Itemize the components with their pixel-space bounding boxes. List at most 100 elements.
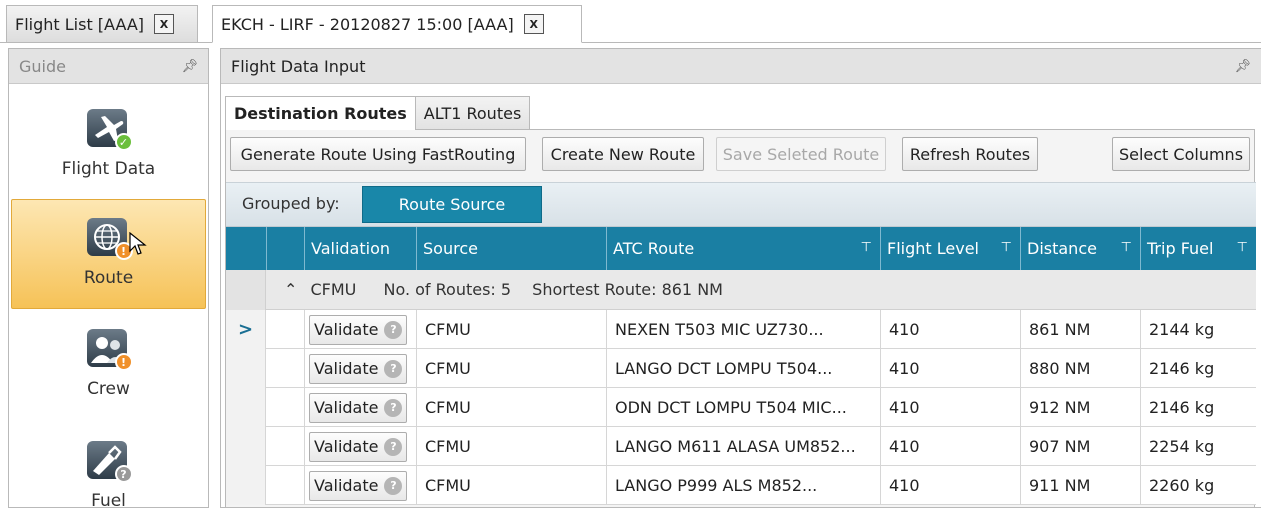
validate-label: Validate (314, 437, 379, 456)
current-row-indicator-icon: > (226, 310, 266, 349)
guide-panel: Guide 📌︎ ✓ Flight Data ! Route ! Crew ? … (8, 48, 209, 508)
check-badge-icon: ✓ (114, 133, 133, 151)
validate-button[interactable]: Validate? (309, 392, 408, 423)
flight-level-cell: 410 (880, 427, 1020, 466)
row-indicator (226, 466, 266, 505)
table-row[interactable]: Validate? CFMU ODN DCT LOMPU T504 MIC...… (226, 388, 1256, 427)
guide-title: Guide (19, 56, 66, 76)
table-row[interactable]: Validate? CFMU LANGO P999 ALS M852... 41… (226, 466, 1256, 505)
tab-flight-list[interactable]: Flight List [AAA] X (6, 5, 198, 43)
filter-icon[interactable]: ⊤ (1001, 240, 1012, 255)
tab-destination-routes[interactable]: Destination Routes (225, 96, 416, 130)
trip-fuel-cell: 2260 kg (1140, 466, 1256, 505)
group-row-cfmu[interactable]: ⌃ CFMU No. of Routes: 5 Shortest Route: … (226, 269, 1256, 310)
group-route-count: No. of Routes: 5 (383, 280, 512, 299)
save-selected-route-button[interactable]: Save Seleted Route (716, 137, 886, 171)
guide-item-label: Route (83, 268, 134, 288)
group-chip-route-source[interactable]: Route Source (362, 186, 542, 223)
source-cell: CFMU (416, 466, 606, 505)
atc-route-cell: LANGO M611 ALASA UM852... (606, 427, 880, 466)
collapse-chevron-icon[interactable]: ⌃ (284, 280, 297, 299)
unknown-badge-icon: ? (114, 465, 133, 483)
route-tabs: Destination Routes ALT1 Routes (225, 96, 531, 130)
validate-label: Validate (314, 398, 379, 417)
warning-badge-icon: ! (114, 353, 133, 371)
help-icon: ? (384, 320, 403, 339)
panel-header: Flight Data Input 📌︎ (221, 49, 1261, 84)
column-label: Distance (1027, 239, 1097, 258)
column-header-atc-route[interactable]: ATC Route ⊤ (606, 227, 880, 270)
grouped-by-label: Grouped by: (242, 194, 340, 213)
source-cell: CFMU (416, 388, 606, 427)
generate-route-button[interactable]: Generate Route Using FastRouting (230, 137, 526, 171)
help-icon: ? (384, 359, 403, 378)
row-indicator (226, 349, 266, 388)
validate-button[interactable]: Validate? (309, 314, 408, 345)
column-header-validation[interactable]: Validation (304, 227, 416, 270)
refresh-routes-button[interactable]: Refresh Routes (902, 137, 1038, 171)
atc-route-cell: LANGO DCT LOMPU T504... (606, 349, 880, 388)
help-icon: ? (384, 476, 403, 495)
validate-label: Validate (314, 476, 379, 495)
distance-cell: 880 NM (1020, 349, 1140, 388)
filter-icon[interactable]: ⊤ (1237, 240, 1248, 255)
table-row[interactable]: Validate? CFMU LANGO M611 ALASA UM852...… (226, 427, 1256, 466)
tab-flight-ekch-lirf[interactable]: EKCH - LIRF - 20120827 15:00 [AAA] X (212, 5, 582, 43)
guide-item-crew[interactable]: ! Crew (11, 311, 206, 421)
validation-cell: Validate? (304, 388, 416, 427)
tab-label: EKCH - LIRF - 20120827 15:00 [AAA] (221, 14, 514, 34)
guide-item-route[interactable]: ! Route (11, 199, 206, 309)
group-name: CFMU (310, 280, 357, 299)
validate-button[interactable]: Validate? (309, 353, 408, 384)
table-row[interactable]: Validate? CFMU LANGO DCT LOMPU T504... 4… (226, 349, 1256, 388)
guide-item-label: Flight Data (61, 159, 156, 179)
distance-cell: 912 NM (1020, 388, 1140, 427)
filter-icon[interactable]: ⊤ (1121, 240, 1132, 255)
select-columns-button[interactable]: Select Columns (1112, 137, 1250, 171)
guide-item-flight-data[interactable]: ✓ Flight Data (11, 91, 206, 201)
close-tab-button[interactable]: X (523, 14, 544, 34)
table-row[interactable]: > Validate? CFMU NEXEN T503 MIC UZ730...… (226, 310, 1256, 349)
source-cell: CFMU (416, 349, 606, 388)
group-summary: ⌃ CFMU No. of Routes: 5 Shortest Route: … (284, 280, 731, 299)
column-header-flight-level[interactable]: Flight Level ⊤ (880, 227, 1020, 270)
header-spacer (266, 227, 304, 270)
atc-route-cell: LANGO P999 ALS M852... (606, 466, 880, 505)
column-header-source[interactable]: Source (416, 227, 606, 270)
tab-label: Flight List [AAA] (15, 14, 145, 34)
grid-header: Validation Source ATC Route ⊤ Flight Leve… (226, 227, 1256, 270)
column-label: ATC Route (613, 239, 695, 258)
group-shortest-route: Shortest Route: 861 NM (532, 280, 723, 299)
column-header-trip-fuel[interactable]: Trip Fuel ⊤ (1140, 227, 1256, 270)
pin-icon[interactable]: 📌︎ (181, 59, 198, 74)
row-indicator (226, 427, 266, 466)
guide-header: Guide 📌︎ (9, 49, 208, 84)
guide-item-fuel[interactable]: ? Fuel (11, 423, 206, 508)
validate-button[interactable]: Validate? (309, 470, 408, 501)
guide-item-label: Fuel (91, 491, 126, 508)
validation-cell: Validate? (304, 349, 416, 388)
validate-label: Validate (314, 320, 379, 339)
flight-level-cell: 410 (880, 466, 1020, 505)
flight-level-cell: 410 (880, 349, 1020, 388)
distance-cell: 911 NM (1020, 466, 1140, 505)
close-tab-button[interactable]: X (154, 14, 175, 34)
mouse-cursor-icon (128, 232, 147, 255)
guide-item-label: Crew (87, 379, 130, 399)
column-label: Trip Fuel (1147, 239, 1214, 258)
create-new-route-button[interactable]: Create New Route (542, 137, 704, 171)
column-header-distance[interactable]: Distance ⊤ (1020, 227, 1140, 270)
trip-fuel-cell: 2144 kg (1140, 310, 1256, 349)
filter-icon[interactable]: ⊤ (861, 240, 872, 255)
routes-toolbar: Generate Route Using FastRouting Create … (226, 130, 1256, 182)
distance-cell: 861 NM (1020, 310, 1140, 349)
validate-button[interactable]: Validate? (309, 431, 408, 462)
document-tab-strip: Flight List [AAA] X EKCH - LIRF - 201208… (0, 0, 1261, 44)
help-icon: ? (384, 398, 403, 417)
pin-icon[interactable]: 📌︎ (1234, 59, 1251, 74)
validate-label: Validate (314, 359, 379, 378)
flight-level-cell: 410 (880, 310, 1020, 349)
validation-cell: Validate? (304, 466, 416, 505)
tab-alt1-routes[interactable]: ALT1 Routes (415, 96, 531, 130)
trip-fuel-cell: 2254 kg (1140, 427, 1256, 466)
